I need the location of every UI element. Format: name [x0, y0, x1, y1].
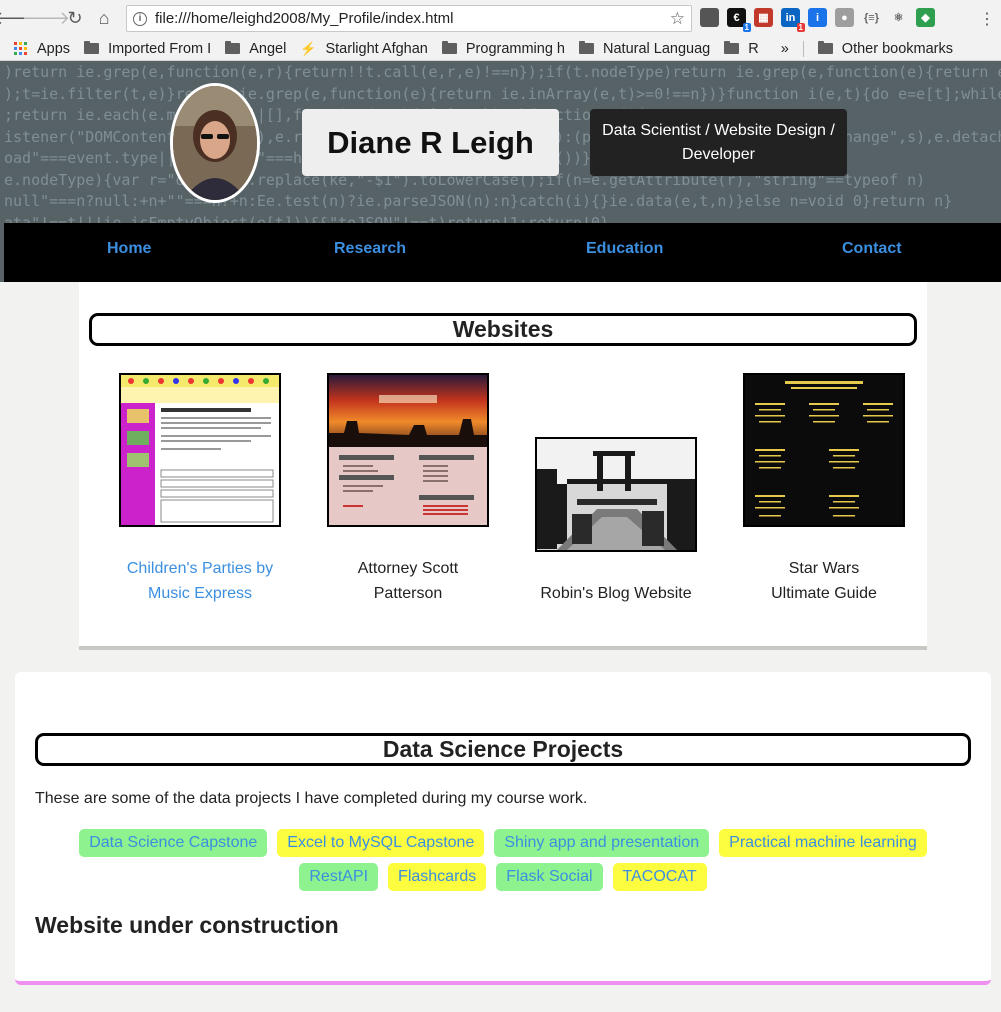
bookmark-item[interactable]: Programming h: [441, 40, 565, 57]
bookmark-item[interactable]: R: [724, 40, 759, 57]
starlight-icon: ⚡: [300, 40, 317, 56]
bookmark-item[interactable]: Angel: [225, 41, 286, 57]
home-icon[interactable]: ⌂: [92, 7, 116, 31]
url-text[interactable]: file:///home/leighd2008/My_Profile/index…: [155, 10, 670, 27]
bookmark-label: Programming h: [465, 40, 565, 57]
nav-home-link[interactable]: Home: [107, 240, 151, 258]
folder-icon: [225, 41, 241, 54]
childrens-parties-link[interactable]: Children's Parties by Music Express: [110, 556, 290, 606]
extension-badge: 1: [742, 23, 751, 32]
bookmark-label: Imported From I: [108, 40, 212, 57]
project-tag-link[interactable]: Excel to MySQL Capstone: [277, 829, 485, 857]
site-navbar: Home Research Education Contact: [4, 223, 1001, 282]
forward-icon[interactable]: 🡒: [22, 7, 70, 31]
profile-name: Diane R Leigh: [302, 109, 559, 176]
star-wars-thumbnail[interactable]: [743, 373, 905, 527]
evernote-icon[interactable]: €1: [727, 8, 751, 32]
attorney-caption: Attorney Scott Patterson: [357, 560, 459, 602]
profile-title: Data Scientist / Website Design / Develo…: [590, 109, 847, 176]
chat-extension-icon[interactable]: ●: [835, 8, 854, 27]
header-banner: )return ie.grep(e,function(e,r){return!!…: [0, 61, 1001, 224]
bookmark-item[interactable]: Imported From I: [84, 41, 211, 57]
folder-icon: [724, 41, 740, 54]
childrens-parties-preview: [121, 375, 279, 525]
react-devtools-icon[interactable]: ⚛: [889, 8, 908, 27]
bookmark-item[interactable]: ⚡ Starlight Afghan: [300, 41, 428, 57]
extensions-area: €1 ▦ in 1 i ● {≡} ⚛ ◆: [700, 8, 935, 32]
bookmark-item[interactable]: Natural Languag: [579, 41, 710, 57]
folder-icon: [579, 41, 594, 54]
bookmarks-separator: [802, 40, 804, 57]
nav-research-link[interactable]: Research: [334, 240, 406, 258]
bookmark-label: Natural Languag: [603, 40, 711, 57]
apps-icon: [14, 42, 27, 55]
blog-thumbnail[interactable]: [535, 437, 697, 552]
childrens-parties-thumbnail[interactable]: [119, 373, 281, 527]
bookmark-item[interactable]: Apps: [14, 41, 70, 57]
under-construction-heading: Website under construction: [35, 912, 339, 938]
project-tags: Data Science Capstone Excel to MySQL Caps…: [35, 829, 971, 891]
bookmarks-overflow-chevron[interactable]: »: [781, 41, 789, 57]
data-science-card: Data Science Projects These are some of …: [15, 672, 991, 985]
menu-icon[interactable]: ⋮: [979, 9, 995, 29]
reload-icon[interactable]: ↻: [63, 7, 87, 31]
bookmark-label: Starlight Afghan: [325, 40, 428, 57]
bookmarks-bar: Apps Imported From I Angel ⚡ Starlight Afgha…: [0, 37, 1001, 61]
nav-education-link[interactable]: Education: [586, 240, 663, 258]
grid-extension-icon[interactable]: ▦: [754, 8, 773, 27]
folder-icon: [441, 41, 457, 54]
project-tag-link[interactable]: Flashcards: [388, 863, 487, 891]
other-bookmarks-label: Other bookmarks: [841, 40, 954, 57]
info-extension-icon[interactable]: i: [808, 8, 827, 27]
linkedin-icon[interactable]: in 1: [781, 8, 805, 32]
websites-card: Websites Children's Parties by Music Exp…: [79, 282, 927, 650]
project-tag-link[interactable]: Flask Social: [496, 863, 603, 891]
project-tag-link[interactable]: Data Science Capstone: [79, 829, 268, 857]
shield-extension-icon[interactable]: ◆: [916, 8, 935, 27]
bookmark-star-icon[interactable]: ☆: [670, 9, 685, 29]
bookmark-label: Apps: [37, 40, 71, 57]
star-wars-preview: [745, 375, 903, 525]
blog-caption: Robin's Blog Website: [540, 585, 692, 602]
star-wars-caption: Star Wars Ultimate Guide: [771, 560, 877, 602]
bookmark-label: Angel: [249, 40, 287, 57]
folder-icon: [84, 41, 100, 54]
attorney-preview: [329, 375, 487, 525]
blog-preview: [537, 439, 695, 550]
pocket-icon[interactable]: [700, 8, 719, 27]
data-science-intro: These are some of the data projects I ha…: [35, 790, 588, 807]
project-tag-link[interactable]: Shiny app and presentation: [494, 829, 710, 857]
data-science-heading: Data Science Projects: [35, 733, 971, 766]
project-tag-link[interactable]: TACOCAT: [612, 863, 707, 891]
attorney-thumbnail[interactable]: [327, 373, 489, 527]
info-icon[interactable]: i: [133, 11, 147, 26]
extension-badge: 1: [796, 23, 805, 32]
folder-icon: [817, 41, 833, 54]
json-extension-icon[interactable]: {≡}: [862, 8, 881, 27]
profile-photo-graphic: [173, 86, 257, 200]
project-tag-link[interactable]: RestAPI: [299, 863, 379, 891]
project-tag-link[interactable]: Practical machine learning: [719, 829, 927, 857]
websites-heading: Websites: [89, 313, 917, 346]
profile-photo: [170, 83, 260, 203]
other-bookmarks[interactable]: Other bookmarks: [817, 40, 954, 57]
address-bar[interactable]: i file:///home/leighd2008/My_Profile/ind…: [126, 5, 692, 32]
browser-toolbar: 🡐 🡒 ↻ ⌂ i file:///home/leighd2008/My_Pro…: [0, 0, 1001, 37]
bookmark-label: R: [748, 40, 759, 57]
nav-contact-link[interactable]: Contact: [842, 240, 902, 258]
